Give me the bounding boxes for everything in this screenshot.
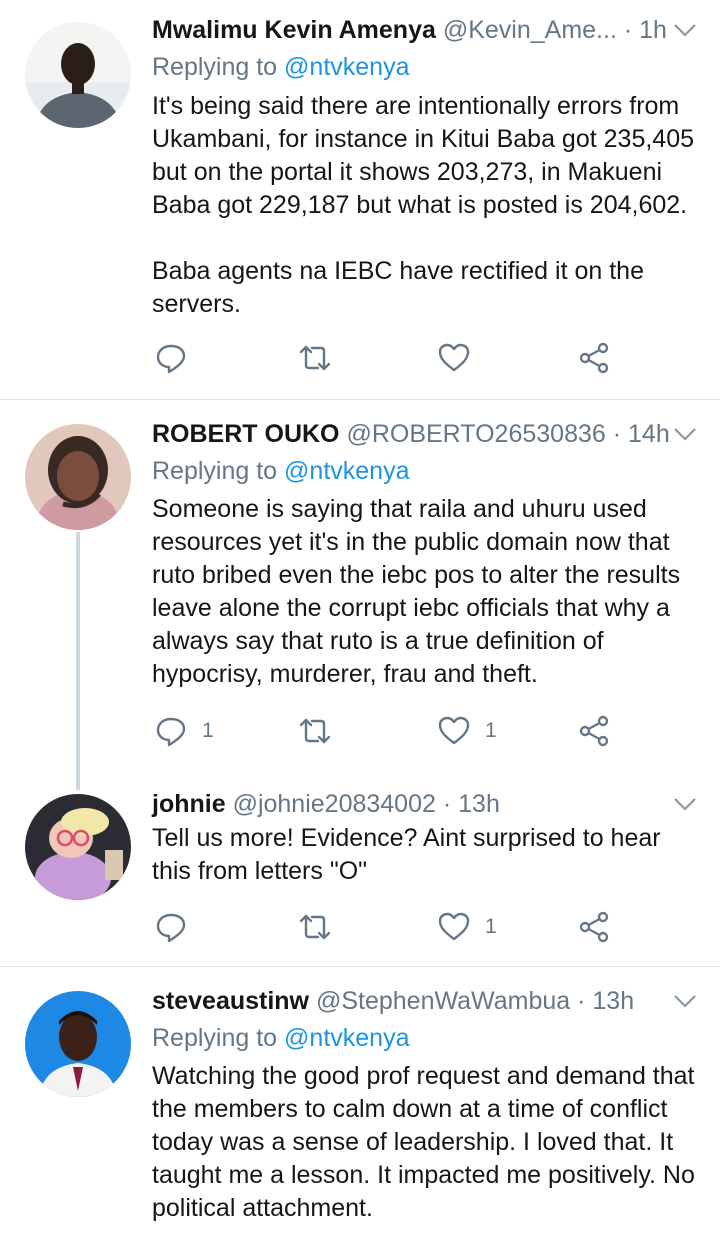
like-count: 1	[485, 719, 497, 742]
tweet-text: Someone is saying that raila and uhuru u…	[152, 495, 681, 688]
share-button[interactable]	[577, 711, 611, 751]
tweet-text: Tell us more! Evidence? Aint surprised t…	[152, 824, 661, 885]
user-handle[interactable]: @Kevin_Ame...	[443, 16, 617, 44]
replying-prefix: Replying to	[152, 1024, 278, 1052]
replying-to: Replying to @ntvkenya	[152, 1021, 409, 1055]
retweet-button[interactable]	[298, 907, 332, 947]
avatar[interactable]	[25, 991, 131, 1097]
reply-button[interactable]	[154, 907, 202, 947]
tweet-actions	[152, 338, 632, 378]
retweet-icon	[299, 718, 331, 744]
display-name[interactable]: ROBERT OUKO	[152, 420, 340, 448]
like-button[interactable]: 1	[437, 907, 497, 947]
chevron-down-icon[interactable]	[670, 986, 700, 1016]
tweet-4[interactable]: steveaustinw @StephenWaWambua · 13h Repl…	[0, 967, 720, 1233]
reply-button[interactable]	[154, 338, 202, 378]
display-name[interactable]: Mwalimu Kevin Amenya	[152, 16, 436, 44]
chevron-down-icon[interactable]	[670, 15, 700, 45]
user-handle[interactable]: @johnie20834002	[233, 790, 436, 818]
retweet-icon	[299, 914, 331, 940]
reply-icon	[156, 913, 186, 943]
reply-icon	[156, 344, 186, 374]
separator-dot: ·	[612, 420, 622, 448]
tweet-actions: 1	[152, 907, 632, 947]
reply-icon	[156, 717, 186, 747]
avatar[interactable]	[25, 22, 131, 128]
like-icon	[438, 716, 470, 745]
chevron-down-icon[interactable]	[670, 419, 700, 449]
user-handle[interactable]: @StephenWaWambua	[316, 987, 570, 1015]
timestamp[interactable]: 13h	[458, 790, 500, 818]
replying-to: Replying to @ntvkenya	[152, 50, 409, 84]
replying-prefix: Replying to	[152, 457, 278, 485]
avatar[interactable]	[25, 794, 131, 900]
tweet-header: steveaustinw @StephenWaWambua · 13h	[152, 984, 700, 1018]
timestamp[interactable]: 13h	[592, 987, 634, 1015]
tweet-header: Mwalimu Kevin Amenya @Kevin_Ame... · 1h	[152, 13, 700, 47]
user-handle[interactable]: @ROBERTO26530836	[346, 420, 605, 448]
display-name[interactable]: johnie	[152, 790, 226, 818]
separator-dot: ·	[442, 790, 452, 818]
timestamp[interactable]: 1h	[639, 16, 667, 44]
like-count: 1	[485, 915, 497, 938]
share-icon	[579, 715, 609, 747]
chevron-down-icon[interactable]	[670, 789, 700, 819]
tweet-3[interactable]: johnie @johnie20834002 · 13h Tell us mor…	[0, 770, 720, 966]
like-icon	[438, 343, 470, 372]
tweet-actions: 1 1	[152, 711, 632, 751]
reply-button[interactable]: 1	[154, 711, 214, 751]
reply-mention-link[interactable]: @ntvkenya	[284, 1024, 409, 1052]
like-icon	[438, 912, 470, 941]
tweet-header: johnie @johnie20834002 · 13h	[152, 787, 700, 821]
retweet-button[interactable]	[298, 338, 332, 378]
avatar[interactable]	[25, 424, 131, 530]
like-button[interactable]: 1	[437, 711, 497, 751]
reply-mention-link[interactable]: @ntvkenya	[284, 53, 409, 81]
replying-to: Replying to @ntvkenya	[152, 454, 409, 488]
separator-dot: ·	[623, 16, 633, 44]
like-button[interactable]	[437, 338, 485, 378]
timestamp[interactable]: 14h	[628, 420, 670, 448]
tweet-text: It's being said there are intentionally …	[152, 92, 695, 318]
retweet-button[interactable]	[298, 711, 332, 751]
separator-dot: ·	[577, 987, 586, 1015]
share-icon	[579, 911, 609, 943]
share-icon	[579, 342, 609, 374]
reply-count: 1	[202, 719, 214, 742]
reply-mention-link[interactable]: @ntvkenya	[284, 457, 409, 485]
share-button[interactable]	[577, 907, 611, 947]
tweet-text: Watching the good prof request and deman…	[152, 1062, 695, 1222]
share-button[interactable]	[577, 338, 611, 378]
tweet-2[interactable]: ROBERT OUKO @ROBERTO26530836 · 14h Reply…	[0, 400, 720, 770]
display-name[interactable]: steveaustinw	[152, 987, 309, 1015]
tweet-1[interactable]: Mwalimu Kevin Amenya @Kevin_Ame... · 1h …	[0, 0, 720, 398]
tweet-header: ROBERT OUKO @ROBERTO26530836 · 14h	[152, 417, 700, 451]
retweet-icon	[299, 345, 331, 371]
replying-prefix: Replying to	[152, 53, 278, 81]
